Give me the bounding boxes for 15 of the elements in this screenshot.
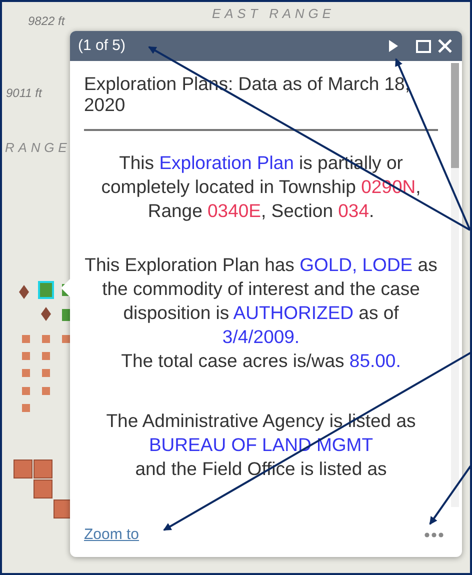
maximize-icon bbox=[416, 40, 430, 52]
map-label: EAST RANGE bbox=[212, 5, 335, 23]
play-icon bbox=[388, 40, 398, 52]
maximize-button[interactable] bbox=[414, 37, 432, 55]
close-button[interactable] bbox=[436, 37, 454, 55]
scrollbar-track[interactable] bbox=[451, 63, 459, 507]
info-paragraph: This Exploration Plan has GOLD, LODE as the commodity of interest and the case disposition is AUTHORIZED as of 3/4/2009. The total case acres is/was 85.00. bbox=[84, 253, 438, 373]
more-options-icon[interactable] bbox=[424, 532, 444, 538]
map-label: 9011 ft bbox=[6, 85, 42, 102]
close-icon bbox=[438, 39, 452, 53]
map-label: 9822 ft bbox=[28, 13, 65, 30]
zoom-to-link[interactable]: Zoom to bbox=[84, 524, 140, 546]
feature-counter: (1 of 5) bbox=[78, 36, 126, 56]
scrollbar-thumb[interactable] bbox=[451, 63, 459, 168]
map-label: RANGE bbox=[5, 139, 71, 157]
